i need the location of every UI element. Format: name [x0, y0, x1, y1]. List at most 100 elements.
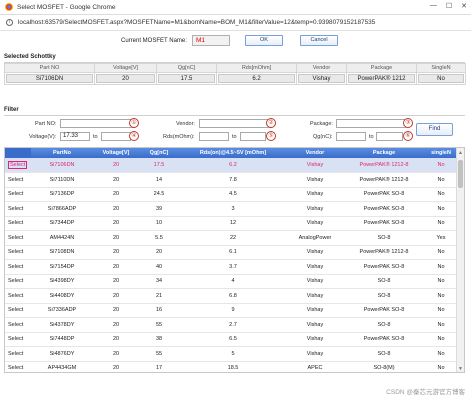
rds-to-input[interactable] — [240, 132, 266, 141]
watermark: CSDN @秦芯元游官方博客 — [386, 389, 465, 396]
select-link[interactable]: Select — [8, 249, 23, 255]
grid-header[interactable]: Rds(on)@4.5~5V [mOhm] — [179, 148, 287, 158]
table-cell: 12 — [179, 216, 287, 231]
part-no-input[interactable] — [60, 119, 135, 128]
table-cell: Si4398DY — [31, 274, 93, 289]
select-link[interactable]: Select — [8, 220, 23, 226]
grid-header[interactable]: Vendor — [287, 148, 343, 158]
select-link[interactable]: Select — [8, 191, 23, 197]
marker-4: ④ — [129, 131, 139, 141]
schottky-value: Vishay — [298, 74, 345, 83]
current-mosfet-label: Current MOSFET Name: — [121, 38, 187, 44]
select-link[interactable]: Select — [8, 177, 23, 183]
table-row[interactable]: Select Si7110DN 20 14 7.8 Vishay PowerPAK® 121… — [5, 172, 457, 188]
table-cell: PowerPAK® 1212-8 — [343, 158, 425, 173]
table-cell: Vishay — [287, 317, 343, 333]
marker-6: ⑥ — [403, 131, 413, 141]
grid-header[interactable]: PartNo — [31, 148, 93, 158]
table-cell: 20 — [93, 332, 139, 347]
select-link[interactable]: Select — [8, 322, 23, 328]
table-cell: APEC — [287, 361, 343, 372]
voltage-to-input[interactable] — [101, 132, 131, 141]
table-cell: No — [425, 259, 457, 275]
table-row[interactable]: Select Si4876DY 20 55 5 Vishay SO-8 No — [5, 346, 457, 362]
grid-header[interactable]: Package — [343, 148, 425, 158]
info-icon[interactable]: i — [6, 19, 13, 26]
select-cell: Select — [5, 259, 31, 275]
table-cell: AnalogPower — [287, 230, 343, 246]
select-link[interactable]: Select — [8, 206, 23, 212]
schottky-header: Vendor — [296, 63, 347, 73]
table-row[interactable]: Select Si7866ADP 20 39 3 Vishay PowerPAK SO-8 N… — [5, 201, 457, 217]
select-link[interactable]: Select — [8, 293, 23, 299]
url-text[interactable]: localhost:63579/SelectMOSFET.aspx?MOSFET… — [18, 19, 375, 26]
vendor-label: Vendor: — [176, 121, 195, 127]
select-cell: Select — [5, 230, 31, 246]
select-link[interactable]: Select — [8, 365, 23, 371]
grid-header[interactable]: Qg[nC] — [139, 148, 179, 158]
table-cell: 20 — [93, 274, 139, 289]
select-link[interactable]: Select — [8, 264, 23, 270]
grid-header[interactable]: Voltage[V] — [93, 148, 139, 158]
table-cell: 17 — [139, 361, 179, 372]
select-link[interactable]: Select — [8, 336, 23, 342]
table-cell: 5 — [179, 346, 287, 362]
table-row[interactable]: Select Si7336ADP 20 16 9 Vishay PowerPAK SO-8 N… — [5, 303, 457, 318]
close-icon[interactable]: ✕ — [461, 2, 467, 10]
schottky-value: 20 — [96, 74, 155, 83]
schottky-section-title: Selected Schottky — [4, 54, 56, 60]
table-row[interactable]: Select Si7108DN 20 20 6.1 Vishay PowerPAK® 121… — [5, 245, 457, 260]
select-link[interactable]: Select — [8, 351, 23, 357]
address-bar[interactable]: i localhost:63579/SelectMOSFET.aspx?MOSF… — [0, 15, 471, 31]
table-row[interactable]: Select Si7344DP 20 10 12 Vishay PowerPAK SO-8 N… — [5, 216, 457, 231]
table-cell: Vishay — [287, 172, 343, 188]
schottky-value: PowerPAK® 1212 — [348, 74, 415, 83]
vendor-input[interactable] — [199, 119, 272, 128]
select-link[interactable]: Select — [8, 307, 23, 313]
cancel-button[interactable]: Cancel — [300, 35, 338, 46]
table-row[interactable]: Select Si7448DP 20 38 6.5 Vishay PowerPAK SO-8… — [5, 332, 457, 347]
schottky-header: Voltage[V] — [94, 63, 157, 73]
select-link[interactable]: Select — [8, 235, 23, 241]
voltage-label: Voltage(V): — [29, 134, 57, 140]
schottky-header-row: Part NO Voltage[V] Qg[nC] Rds[mOhm] Vend… — [4, 63, 466, 73]
grid-scrollbar[interactable]: ▲ ▼ — [456, 148, 464, 372]
package-input[interactable] — [336, 119, 406, 128]
table-row[interactable]: Select AM4424N 20 5.5 22 AnalogPower SO-8 Yes — [5, 230, 457, 246]
table-cell: PowerPAK® 1212-8 — [343, 245, 425, 260]
qg-from-input[interactable] — [336, 132, 366, 141]
table-row[interactable]: Select Si7106DN 20 17.5 6.2 Vishay PowerPAK® 1… — [5, 158, 457, 173]
ok-button[interactable]: OK — [245, 35, 283, 46]
table-row[interactable]: Select AP4434GM 20 17 18.5 APEC SO-8(M) No — [5, 361, 457, 372]
select-link[interactable]: Select — [8, 278, 23, 284]
scroll-up-icon[interactable]: ▲ — [458, 150, 463, 156]
table-row[interactable]: Select Si4398DY 20 34 4 Vishay SO-8 No — [5, 274, 457, 289]
table-cell: 6.8 — [179, 288, 287, 304]
rds-from-input[interactable] — [199, 132, 229, 141]
minimize-icon[interactable]: — — [430, 2, 437, 10]
table-row[interactable]: Select Si7136DP 20 24.5 4.5 Vishay PowerPAK SO… — [5, 187, 457, 202]
table-row[interactable]: Select Si4408DY 20 21 6.8 Vishay SO-8 No — [5, 288, 457, 304]
window-titlebar: Select MOSFET - Google Chrome — ☐ ✕ — [0, 0, 471, 15]
table-cell: Si7136DP — [31, 187, 93, 202]
grid-header[interactable]: singleN — [425, 148, 457, 158]
table-row[interactable]: Select Si4378DY 20 55 2.7 Vishay SO-8 No — [5, 317, 457, 333]
select-link[interactable]: Select — [8, 161, 28, 169]
table-cell: Yes — [425, 230, 457, 246]
select-cell: Select — [5, 317, 31, 333]
scroll-down-icon[interactable]: ▼ — [458, 366, 463, 372]
qg-to-input[interactable] — [376, 132, 403, 141]
table-row[interactable]: Select Si7154DP 20 40 3.7 Vishay PowerPAK SO-8… — [5, 259, 457, 275]
table-cell: SO-8 — [343, 317, 425, 333]
schottky-value: 6.2 — [218, 74, 295, 83]
window-title: Select MOSFET - Google Chrome — [17, 3, 116, 11]
results-grid[interactable]: PartNo Voltage[V] Qg[nC] Rds(on)@4.5~5V … — [4, 147, 465, 373]
table-cell: PowerPAK SO-8 — [343, 216, 425, 231]
maximize-icon[interactable]: ☐ — [446, 2, 452, 10]
table-cell: 20 — [93, 288, 139, 304]
scroll-thumb[interactable] — [458, 160, 463, 188]
find-button[interactable]: Find — [416, 123, 453, 136]
voltage-from-input[interactable]: 17.33 — [60, 132, 90, 141]
table-cell: 34 — [139, 274, 179, 289]
table-cell: 20 — [93, 317, 139, 333]
